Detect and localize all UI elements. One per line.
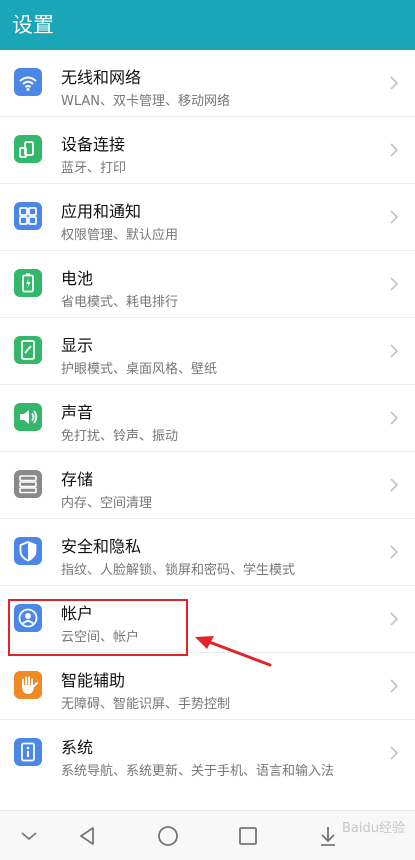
item-subtitle: 免打扰、铃声、振动 bbox=[61, 429, 179, 444]
chevron-right-icon bbox=[390, 277, 399, 291]
item-label: 系统 bbox=[61, 738, 94, 757]
settings-item-device-connection[interactable]: 设备连接 蓝牙、打印 bbox=[0, 117, 415, 184]
hand-icon bbox=[14, 671, 42, 699]
item-subtitle: WLAN、双卡管理、移动网络 bbox=[61, 94, 231, 109]
settings-item-security-privacy[interactable]: 安全和隐私 指纹、人脸解锁、锁屏和密码、学生模式 bbox=[0, 519, 415, 586]
settings-list: 无线和网络 WLAN、双卡管理、移动网络 设备连接 蓝牙、打印 应用和通知 权限… bbox=[0, 50, 415, 800]
recents-icon bbox=[239, 827, 257, 845]
pull-down-icon bbox=[321, 827, 335, 846]
home-icon bbox=[158, 826, 178, 846]
settings-item-system[interactable]: 系统 系统导航、系统更新、关于手机、语言和输入法 bbox=[0, 720, 415, 800]
nav-hide-button[interactable] bbox=[14, 823, 44, 849]
item-subtitle: 省电模式、耗电排行 bbox=[61, 295, 179, 310]
item-label: 存储 bbox=[61, 470, 94, 489]
item-label: 智能辅助 bbox=[61, 671, 126, 690]
chevron-right-icon bbox=[390, 478, 399, 492]
sound-icon bbox=[14, 403, 42, 431]
chevron-right-icon bbox=[390, 411, 399, 425]
chevron-right-icon bbox=[390, 746, 399, 760]
item-subtitle: 权限管理、默认应用 bbox=[61, 228, 179, 243]
chevron-right-icon bbox=[390, 612, 399, 626]
item-subtitle: 蓝牙、打印 bbox=[61, 161, 127, 176]
nav-pull-down-button[interactable] bbox=[313, 823, 343, 849]
settings-item-wireless-network[interactable]: 无线和网络 WLAN、双卡管理、移动网络 bbox=[0, 50, 415, 117]
apps-grid-icon bbox=[14, 202, 42, 230]
page-title: 设置 bbox=[12, 13, 54, 37]
info-icon bbox=[14, 738, 42, 766]
item-label: 显示 bbox=[61, 336, 94, 355]
item-subtitle: 护眼模式、桌面风格、壁纸 bbox=[61, 362, 218, 377]
chevron-right-icon bbox=[390, 679, 399, 693]
chevron-down-icon bbox=[21, 832, 37, 841]
chevron-right-icon bbox=[390, 76, 399, 90]
item-subtitle: 系统导航、系统更新、关于手机、语言和输入法 bbox=[61, 764, 335, 779]
nav-back-button[interactable] bbox=[73, 823, 103, 849]
item-label: 无线和网络 bbox=[61, 68, 142, 87]
annotation-arrow-icon bbox=[195, 636, 272, 667]
app-bar: 设置 bbox=[0, 0, 415, 50]
nav-home-button[interactable] bbox=[153, 823, 183, 849]
item-subtitle: 指纹、人脸解锁、锁屏和密码、学生模式 bbox=[61, 563, 296, 578]
item-label: 电池 bbox=[61, 269, 94, 288]
item-label: 声音 bbox=[61, 403, 94, 422]
highlight-box bbox=[8, 599, 188, 656]
chevron-right-icon bbox=[390, 344, 399, 358]
settings-item-storage[interactable]: 存储 内存、空间清理 bbox=[0, 452, 415, 519]
watermark: Baidu经验 bbox=[342, 821, 405, 836]
settings-item-battery[interactable]: 电池 省电模式、耗电排行 bbox=[0, 251, 415, 318]
item-label: 应用和通知 bbox=[61, 202, 142, 221]
display-icon bbox=[14, 336, 42, 364]
shield-icon bbox=[14, 537, 42, 565]
battery-icon bbox=[14, 269, 42, 297]
chevron-right-icon bbox=[390, 143, 399, 157]
storage-icon bbox=[14, 470, 42, 498]
chevron-right-icon bbox=[390, 210, 399, 224]
back-icon bbox=[80, 827, 94, 845]
device-connect-icon bbox=[14, 135, 42, 163]
item-subtitle: 无障碍、智能识屏、手势控制 bbox=[61, 697, 231, 712]
item-label: 安全和隐私 bbox=[61, 537, 142, 556]
settings-item-apps-notifications[interactable]: 应用和通知 权限管理、默认应用 bbox=[0, 184, 415, 251]
wifi-icon bbox=[14, 68, 42, 96]
nav-recents-button[interactable] bbox=[233, 823, 263, 849]
item-subtitle: 内存、空间清理 bbox=[61, 496, 153, 511]
item-label: 设备连接 bbox=[61, 135, 126, 154]
settings-item-sound[interactable]: 声音 免打扰、铃声、振动 bbox=[0, 385, 415, 452]
settings-item-display[interactable]: 显示 护眼模式、桌面风格、壁纸 bbox=[0, 318, 415, 385]
chevron-right-icon bbox=[390, 545, 399, 559]
